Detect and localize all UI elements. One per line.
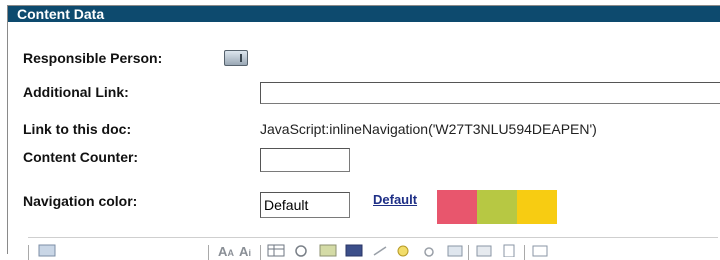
anchor-icon[interactable] bbox=[394, 243, 412, 260]
address-book-icon[interactable] bbox=[224, 50, 248, 66]
attachment-icon[interactable] bbox=[420, 243, 438, 260]
document-icon[interactable] bbox=[500, 243, 518, 260]
content-counter-label: Content Counter: bbox=[23, 149, 139, 165]
spellcheck-icon[interactable] bbox=[446, 243, 464, 260]
font-icon[interactable]: Ai bbox=[236, 243, 254, 260]
font-size-icon[interactable]: AA bbox=[218, 243, 234, 260]
toolbar-separator bbox=[468, 245, 469, 260]
doc-link-value: JavaScript:inlineNavigation('W27T3NLU594… bbox=[260, 121, 597, 137]
color-swatch-red[interactable] bbox=[437, 190, 477, 224]
responsible-person-label: Responsible Person: bbox=[23, 50, 163, 66]
table-icon[interactable] bbox=[266, 243, 286, 260]
help-icon[interactable] bbox=[530, 243, 550, 260]
color-swatch-yellow[interactable] bbox=[517, 190, 557, 224]
navigation-color-label: Navigation color: bbox=[23, 193, 138, 209]
color-swatch-green[interactable] bbox=[477, 190, 517, 224]
additional-link-input[interactable] bbox=[260, 82, 720, 104]
link-icon[interactable] bbox=[292, 243, 310, 260]
globe-icon[interactable] bbox=[372, 243, 388, 260]
media-icon[interactable] bbox=[344, 243, 364, 260]
image-icon[interactable] bbox=[318, 243, 338, 260]
additional-link-label: Additional Link: bbox=[23, 84, 129, 100]
content-data-panel: Content Data Responsible Person: Additio… bbox=[7, 5, 720, 260]
navigation-color-input[interactable] bbox=[260, 192, 350, 218]
default-color-link[interactable]: Default bbox=[373, 192, 417, 207]
toolbar-separator bbox=[260, 245, 261, 260]
section-header: Content Data bbox=[8, 6, 720, 22]
editor-toolbar: AA Ai bbox=[28, 243, 668, 260]
toolbar-divider bbox=[28, 237, 718, 238]
content-counter-input[interactable] bbox=[260, 148, 350, 172]
paste-icon[interactable] bbox=[474, 243, 494, 260]
toolbar-separator bbox=[28, 245, 29, 260]
insert-icon[interactable] bbox=[36, 243, 58, 260]
link-to-doc-label: Link to this doc: bbox=[23, 121, 132, 137]
toolbar-separator bbox=[208, 245, 209, 260]
toolbar-separator bbox=[524, 245, 525, 260]
